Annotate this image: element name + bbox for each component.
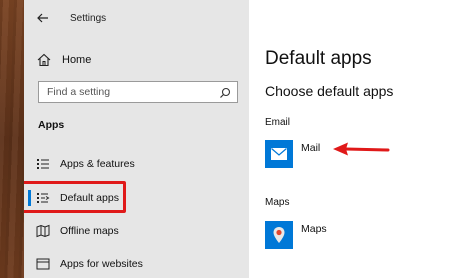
sidebar-item-label: Home xyxy=(62,54,92,66)
sidebar-item-offline-maps[interactable]: Offline maps xyxy=(36,220,236,242)
search-placeholder: Find a setting xyxy=(47,86,111,98)
sidebar-item-apps-for-websites[interactable]: Apps for websites xyxy=(36,253,236,275)
category-label-email: Email xyxy=(265,117,291,128)
sidebar-item-label: Apps & features xyxy=(60,158,135,170)
section-label-apps: Apps xyxy=(38,119,65,131)
sidebar-item-label: Apps for websites xyxy=(60,258,143,270)
default-app-email-button[interactable]: Mail xyxy=(265,140,320,170)
sidebar-item-apps-features[interactable]: Apps & features xyxy=(36,153,236,175)
sidebar: Settings Home Find a setting Apps Apps &… xyxy=(24,0,249,278)
search-icon[interactable] xyxy=(219,86,231,98)
default-app-maps-button[interactable]: Maps xyxy=(265,221,327,251)
apps-for-websites-icon xyxy=(36,257,50,271)
back-arrow-icon[interactable] xyxy=(36,11,50,25)
settings-window: Settings Home Find a setting Apps Apps &… xyxy=(24,0,474,278)
page-title: Default apps xyxy=(265,48,372,69)
annotation-arrow-icon xyxy=(333,142,390,156)
offline-maps-icon xyxy=(36,224,50,238)
window-title: Settings xyxy=(70,13,107,24)
home-icon xyxy=(36,52,52,68)
sidebar-item-home[interactable]: Home xyxy=(36,50,236,70)
search-input[interactable]: Find a setting xyxy=(38,81,238,103)
category-label-maps: Maps xyxy=(265,197,290,208)
title-bar: Settings xyxy=(24,0,249,36)
default-app-name: Maps xyxy=(301,223,327,235)
sidebar-item-label: Offline maps xyxy=(60,225,119,237)
map-pin-icon xyxy=(265,221,293,249)
default-app-name: Mail xyxy=(301,142,321,154)
mail-icon xyxy=(265,140,293,168)
list-icon xyxy=(36,157,50,171)
annotation-highlight-box xyxy=(24,181,126,213)
page-subtitle: Choose default apps xyxy=(265,83,394,99)
